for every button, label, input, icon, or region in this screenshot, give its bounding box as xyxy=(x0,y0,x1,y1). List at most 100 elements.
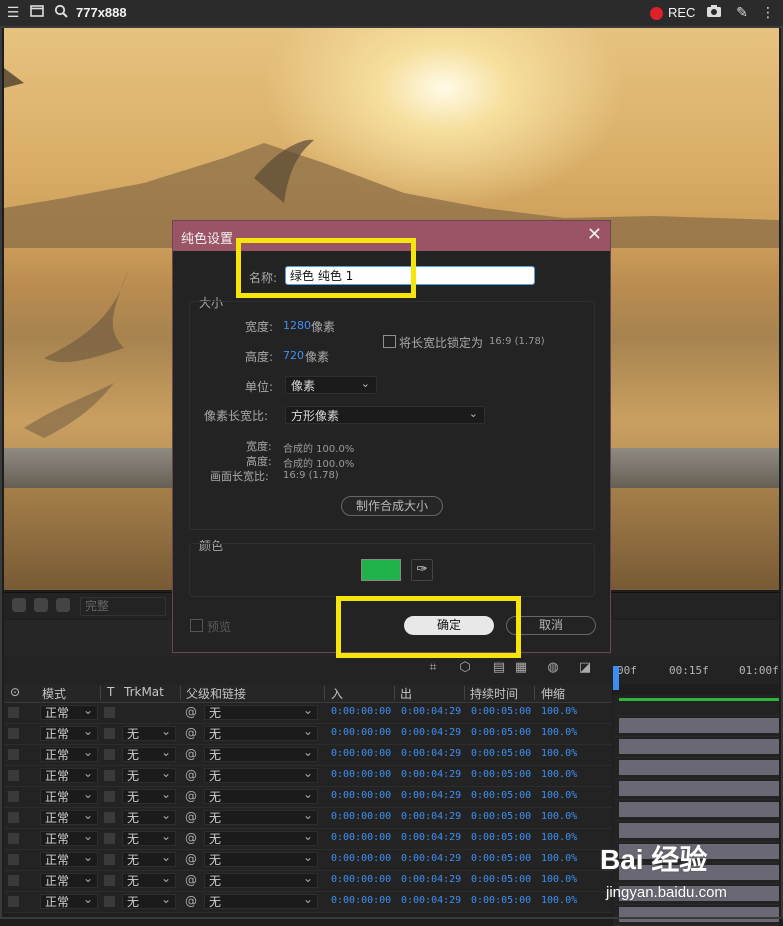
layer-row[interactable]: 正常 无 @ 无 0:00:00:00 0:00:04:29 0:00:05:00 100.0… xyxy=(4,850,612,871)
layer-track[interactable] xyxy=(613,800,779,821)
out-timecode[interactable]: 0:00:04:29 xyxy=(401,790,461,801)
in-timecode[interactable]: 0:00:00:00 xyxy=(331,895,391,906)
in-timecode[interactable]: 0:00:00:00 xyxy=(331,811,391,822)
pickwhip-icon[interactable]: @ xyxy=(185,768,197,782)
playhead[interactable] xyxy=(613,666,619,690)
pickwhip-icon[interactable]: @ xyxy=(185,747,197,761)
duration-timecode[interactable]: 0:00:05:00 xyxy=(471,832,531,843)
3d-cube-icon[interactable]: ⬡ xyxy=(456,660,474,678)
stretch-value[interactable]: 100.0% xyxy=(541,706,577,717)
column-t[interactable]: T xyxy=(107,685,114,699)
mode-dropdown[interactable]: 正常 xyxy=(40,787,98,804)
preserve-transparency-toggle[interactable] xyxy=(104,854,115,865)
eyedropper-icon[interactable]: ✑ xyxy=(411,559,433,581)
column-duration[interactable]: 持续时间 xyxy=(470,685,518,702)
stretch-value[interactable]: 100.0% xyxy=(541,811,577,822)
pickwhip-icon[interactable]: @ xyxy=(185,726,197,740)
stretch-value[interactable]: 100.0% xyxy=(541,874,577,885)
trkmat-dropdown[interactable]: 无 xyxy=(122,745,176,762)
layer-bar[interactable] xyxy=(619,760,779,775)
layer-track[interactable] xyxy=(613,779,779,800)
pickwhip-icon[interactable]: @ xyxy=(185,831,197,845)
mode-dropdown[interactable]: 正常 xyxy=(40,871,98,888)
layer-bar[interactable] xyxy=(619,718,779,733)
parent-dropdown[interactable]: 无 xyxy=(204,724,318,741)
in-timecode[interactable]: 0:00:00:00 xyxy=(331,748,391,759)
more-icon[interactable]: ⋮ xyxy=(759,4,777,22)
trkmat-dropdown[interactable]: 无 xyxy=(122,766,176,783)
column-mode[interactable]: 模式 xyxy=(42,685,66,702)
color-icon[interactable] xyxy=(56,598,70,612)
out-timecode[interactable]: 0:00:04:29 xyxy=(401,874,461,885)
av-toggle[interactable] xyxy=(8,896,19,907)
channel-icon[interactable] xyxy=(34,598,48,612)
duration-timecode[interactable]: 0:00:05:00 xyxy=(471,706,531,717)
out-timecode[interactable]: 0:00:04:29 xyxy=(401,748,461,759)
column-out[interactable]: 出 xyxy=(400,685,412,702)
in-timecode[interactable]: 0:00:00:00 xyxy=(331,853,391,864)
record-label[interactable]: REC xyxy=(668,5,695,20)
parent-dropdown[interactable]: 无 xyxy=(204,850,318,867)
menu-icon[interactable]: ☰ xyxy=(4,4,22,22)
pixel-aspect-dropdown[interactable]: 方形像素 ⌄ xyxy=(285,406,485,424)
duration-timecode[interactable]: 0:00:05:00 xyxy=(471,748,531,759)
mode-dropdown[interactable]: 正常 xyxy=(40,703,98,720)
search-icon[interactable] xyxy=(52,4,70,22)
out-timecode[interactable]: 0:00:04:29 xyxy=(401,895,461,906)
column-parent[interactable]: 父级和链接 xyxy=(186,685,246,702)
layer-row[interactable]: 正常 @ 无 0:00:00:00 0:00:04:29 0:00:05:00 100.0% xyxy=(4,703,612,724)
trkmat-dropdown[interactable]: 无 xyxy=(122,850,176,867)
height-value[interactable]: 720 xyxy=(283,349,304,362)
pickwhip-icon[interactable]: @ xyxy=(185,810,197,824)
trkmat-dropdown[interactable]: 无 xyxy=(122,871,176,888)
av-toggle[interactable] xyxy=(8,728,19,739)
trkmat-dropdown[interactable]: 无 xyxy=(122,724,176,741)
stretch-value[interactable]: 100.0% xyxy=(541,790,577,801)
stretch-value[interactable]: 100.0% xyxy=(541,727,577,738)
av-toggle[interactable] xyxy=(8,875,19,886)
layer-bar[interactable] xyxy=(619,907,779,922)
layer-row[interactable]: 正常 无 @ 无 0:00:00:00 0:00:04:29 0:00:05:00 100.0… xyxy=(4,892,612,913)
stretch-value[interactable]: 100.0% xyxy=(541,769,577,780)
in-timecode[interactable]: 0:00:00:00 xyxy=(331,874,391,885)
duration-timecode[interactable]: 0:00:05:00 xyxy=(471,853,531,864)
units-dropdown[interactable]: 像素 ⌄ xyxy=(285,376,377,394)
layer-row[interactable]: 正常 无 @ 无 0:00:00:00 0:00:04:29 0:00:05:00 100.0… xyxy=(4,808,612,829)
preserve-transparency-toggle[interactable] xyxy=(104,833,115,844)
out-timecode[interactable]: 0:00:04:29 xyxy=(401,811,461,822)
make-comp-size-button[interactable]: 制作合成大小 xyxy=(341,496,443,516)
preserve-transparency-toggle[interactable] xyxy=(104,875,115,886)
camera-icon[interactable] xyxy=(705,4,723,22)
out-timecode[interactable]: 0:00:04:29 xyxy=(401,769,461,780)
mode-dropdown[interactable]: 正常 xyxy=(40,850,98,867)
trkmat-dropdown[interactable]: 无 xyxy=(122,808,176,825)
parent-dropdown[interactable]: 无 xyxy=(204,808,318,825)
parent-dropdown[interactable]: 无 xyxy=(204,871,318,888)
shy-layers-icon[interactable]: ⌗ xyxy=(424,660,442,678)
column-stretch[interactable]: 伸缩 xyxy=(541,685,565,702)
width-value[interactable]: 1280 xyxy=(283,319,311,332)
preserve-transparency-toggle[interactable] xyxy=(104,728,115,739)
layer-row[interactable]: 正常 无 @ 无 0:00:00:00 0:00:04:29 0:00:05:00 100.0… xyxy=(4,829,612,850)
layer-bar[interactable] xyxy=(619,739,779,754)
trkmat-dropdown[interactable]: 无 xyxy=(122,829,176,846)
av-toggle[interactable] xyxy=(8,707,19,718)
lock-aspect-checkbox[interactable] xyxy=(383,335,396,348)
window-icon[interactable] xyxy=(28,4,46,22)
out-timecode[interactable]: 0:00:04:29 xyxy=(401,853,461,864)
av-toggle[interactable] xyxy=(8,749,19,760)
column-in[interactable]: 入 xyxy=(331,685,343,702)
time-ruler[interactable]: 00f 00:15f 01:00f xyxy=(613,656,779,684)
out-timecode[interactable]: 0:00:04:29 xyxy=(401,727,461,738)
duration-timecode[interactable]: 0:00:05:00 xyxy=(471,874,531,885)
color-swatch[interactable] xyxy=(361,559,401,581)
frame-blend-icon[interactable]: ▤ xyxy=(490,660,508,678)
stretch-value[interactable]: 100.0% xyxy=(541,832,577,843)
mode-dropdown[interactable]: 正常 xyxy=(40,808,98,825)
layer-row[interactable]: 正常 无 @ 无 0:00:00:00 0:00:04:29 0:00:05:00 100.0… xyxy=(4,787,612,808)
layer-track[interactable] xyxy=(613,905,779,926)
duration-timecode[interactable]: 0:00:05:00 xyxy=(471,769,531,780)
eye-icon[interactable]: ⊙ xyxy=(10,685,20,699)
pickwhip-icon[interactable]: @ xyxy=(185,705,197,719)
out-timecode[interactable]: 0:00:04:29 xyxy=(401,706,461,717)
